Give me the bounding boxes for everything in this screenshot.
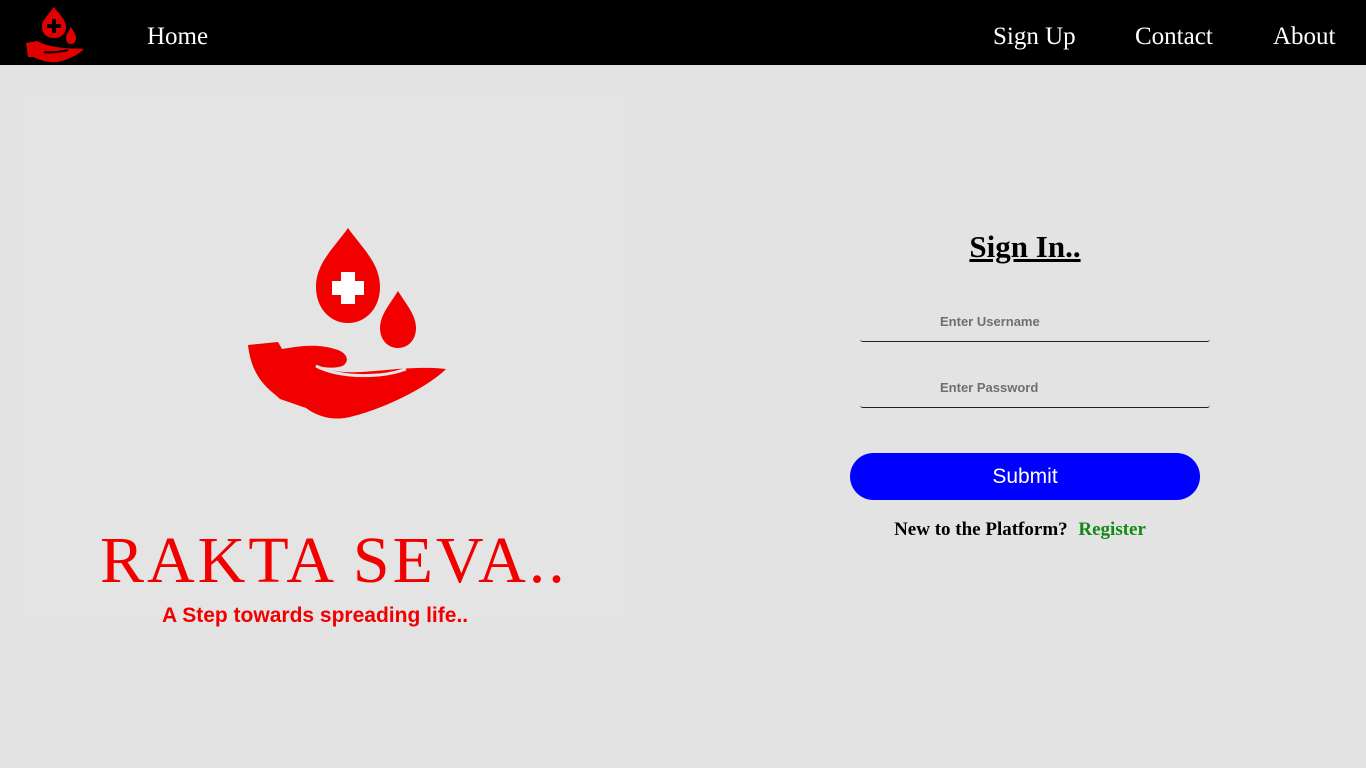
username-input[interactable] xyxy=(860,302,1210,342)
nav-link-about[interactable]: About xyxy=(1273,0,1336,65)
nav-link-home[interactable]: Home xyxy=(147,0,208,65)
nav-link-sign-up[interactable]: Sign Up xyxy=(993,0,1076,65)
password-input[interactable] xyxy=(860,368,1210,408)
signin-title: Sign In.. xyxy=(969,229,1081,264)
blood-drop-hand-icon xyxy=(248,228,446,419)
top-navbar: Home Sign Up Contact About xyxy=(0,0,1366,65)
hero-logo-panel: RAKTA SEVA.. A Step towards spreading li… xyxy=(18,95,629,627)
register-prompt: New to the Platform? xyxy=(894,519,1068,540)
nav-link-contact[interactable]: Contact xyxy=(1135,0,1213,65)
brand-tagline: A Step towards spreading life.. xyxy=(162,604,469,627)
brand-name: RAKTA SEVA.. xyxy=(100,524,568,597)
register-row: New to the Platform? Register xyxy=(850,518,1190,542)
submit-button[interactable]: Submit xyxy=(850,453,1200,500)
blood-drop-hand-icon[interactable] xyxy=(24,5,86,63)
register-link[interactable]: Register xyxy=(1078,519,1146,540)
